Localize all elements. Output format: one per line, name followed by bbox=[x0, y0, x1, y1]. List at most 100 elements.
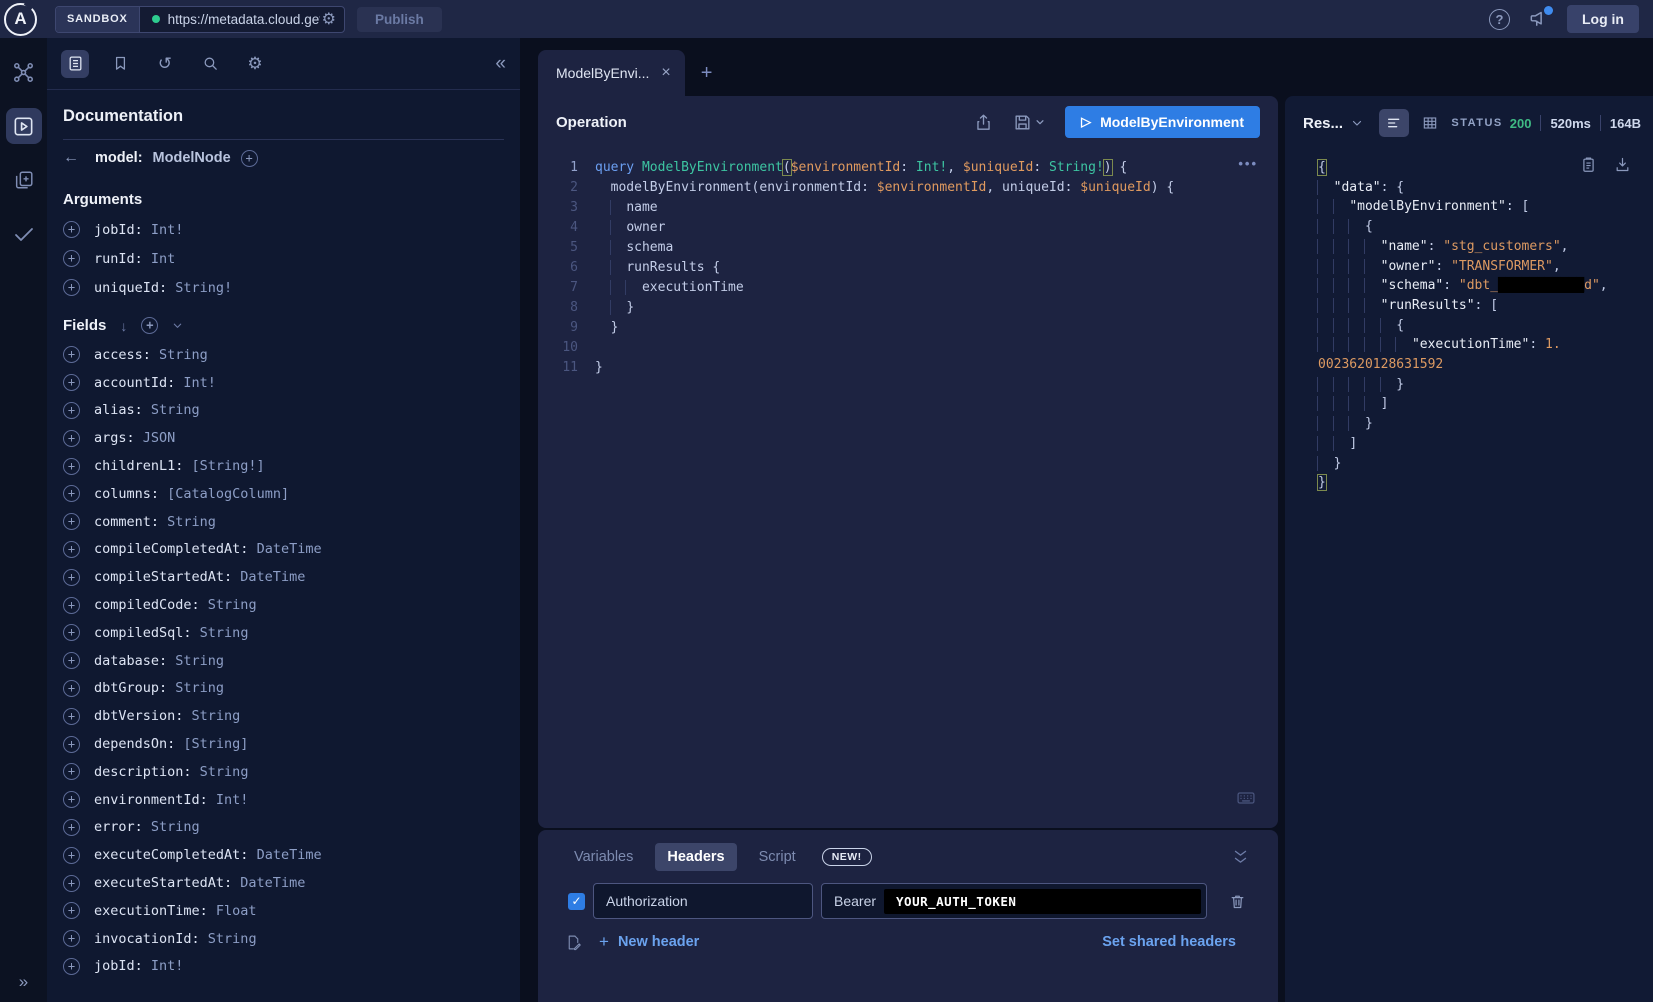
field-type[interactable]: String bbox=[143, 402, 200, 418]
add-field-icon[interactable]: + bbox=[63, 902, 80, 919]
copy-response-icon[interactable] bbox=[1580, 156, 1597, 173]
field-type[interactable]: String bbox=[167, 680, 224, 696]
field-name[interactable]: environmentId: bbox=[94, 792, 208, 808]
field-name[interactable]: alias: bbox=[94, 402, 143, 418]
field-name[interactable]: childrenL1: bbox=[94, 458, 183, 474]
add-field-icon[interactable]: + bbox=[241, 150, 258, 167]
field-name[interactable]: description: bbox=[94, 764, 192, 780]
add-field-icon[interactable]: + bbox=[63, 763, 80, 780]
sort-fields-icon[interactable]: ↓ bbox=[120, 318, 127, 334]
run-operation-button[interactable]: ▷ ModelByEnvironment bbox=[1065, 106, 1260, 138]
operation-collections-icon[interactable] bbox=[6, 162, 42, 198]
add-field-icon[interactable]: + bbox=[63, 736, 80, 753]
bookmark-icon[interactable] bbox=[106, 50, 134, 78]
field-type[interactable]: String bbox=[159, 514, 216, 530]
search-icon[interactable] bbox=[196, 50, 224, 78]
response-chevron-icon[interactable] bbox=[1351, 117, 1363, 129]
breadcrumb-type[interactable]: ModelNode bbox=[153, 150, 231, 166]
new-header-button[interactable]: + New header bbox=[599, 932, 699, 952]
add-field-icon[interactable]: + bbox=[63, 652, 80, 669]
field-type[interactable]: [CatalogColumn] bbox=[159, 486, 289, 502]
login-button[interactable]: Log in bbox=[1567, 5, 1639, 33]
tab-variables[interactable]: Variables bbox=[562, 843, 645, 871]
add-field-icon[interactable]: + bbox=[63, 791, 80, 808]
header-value-input[interactable]: Bearer YOUR_AUTH_TOKEN bbox=[821, 883, 1207, 919]
operation-tab[interactable]: ModelByEnvi... × bbox=[538, 50, 685, 96]
add-field-icon[interactable]: + bbox=[63, 958, 80, 975]
announcements-icon[interactable] bbox=[1528, 9, 1549, 30]
field-type[interactable]: String bbox=[167, 653, 224, 669]
field-type[interactable]: [String] bbox=[175, 736, 248, 752]
collapse-docs-icon[interactable]: « bbox=[495, 53, 506, 75]
keyboard-shortcuts-icon[interactable] bbox=[1236, 788, 1256, 808]
editor-menu-icon[interactable]: ••• bbox=[1238, 156, 1258, 171]
set-shared-headers-link[interactable]: Set shared headers bbox=[1102, 934, 1236, 950]
field-type[interactable]: String! bbox=[167, 280, 232, 296]
field-type[interactable]: String bbox=[183, 708, 240, 724]
field-type[interactable]: DateTime bbox=[232, 875, 305, 891]
field-type[interactable]: [String!] bbox=[183, 458, 264, 474]
add-field-icon[interactable]: + bbox=[63, 221, 80, 238]
add-field-icon[interactable]: + bbox=[63, 485, 80, 502]
field-type[interactable]: String bbox=[192, 625, 249, 641]
field-type[interactable]: String bbox=[151, 347, 208, 363]
field-name[interactable]: columns: bbox=[94, 486, 159, 502]
chevron-down-icon[interactable] bbox=[172, 320, 183, 331]
raw-view-icon[interactable] bbox=[1379, 109, 1409, 137]
add-field-icon[interactable]: + bbox=[63, 346, 80, 363]
add-field-icon[interactable]: + bbox=[63, 569, 80, 586]
add-field-icon[interactable]: + bbox=[63, 250, 80, 267]
endpoint-url[interactable]: https://metadata.cloud.get bbox=[168, 12, 320, 27]
add-field-icon[interactable]: + bbox=[63, 624, 80, 641]
back-arrow-icon[interactable]: ← bbox=[63, 149, 79, 167]
add-field-icon[interactable]: + bbox=[63, 708, 80, 725]
field-type[interactable]: Int! bbox=[175, 375, 216, 391]
publish-button[interactable]: Publish bbox=[357, 7, 442, 32]
add-field-icon[interactable]: + bbox=[63, 374, 80, 391]
field-name[interactable]: runId: bbox=[94, 251, 143, 267]
close-tab-icon[interactable]: × bbox=[661, 64, 670, 82]
delete-header-icon[interactable] bbox=[1229, 893, 1246, 910]
add-all-fields-icon[interactable]: + bbox=[141, 317, 158, 334]
add-field-icon[interactable]: + bbox=[63, 847, 80, 864]
field-type[interactable]: JSON bbox=[135, 430, 176, 446]
share-icon[interactable] bbox=[974, 113, 993, 132]
field-name[interactable]: executeCompletedAt: bbox=[94, 847, 248, 863]
documentation-icon[interactable] bbox=[61, 50, 89, 78]
field-type[interactable]: DateTime bbox=[248, 541, 321, 557]
add-field-icon[interactable]: + bbox=[63, 680, 80, 697]
field-name[interactable]: jobId: bbox=[94, 222, 143, 238]
field-type[interactable]: Float bbox=[208, 903, 257, 919]
add-field-icon[interactable]: + bbox=[63, 541, 80, 558]
tab-script[interactable]: Script bbox=[747, 843, 808, 871]
field-name[interactable]: compiledCode: bbox=[94, 597, 200, 613]
field-name[interactable]: compileStartedAt: bbox=[94, 569, 232, 585]
explorer-icon[interactable] bbox=[6, 108, 42, 144]
add-field-icon[interactable]: + bbox=[63, 597, 80, 614]
field-name[interactable]: executeStartedAt: bbox=[94, 875, 232, 891]
add-field-icon[interactable]: + bbox=[63, 875, 80, 892]
field-name[interactable]: args: bbox=[94, 430, 135, 446]
checklist-icon[interactable] bbox=[6, 216, 42, 252]
field-name[interactable]: compileCompletedAt: bbox=[94, 541, 248, 557]
add-field-icon[interactable]: + bbox=[63, 430, 80, 447]
add-field-icon[interactable]: + bbox=[63, 513, 80, 530]
script-document-icon[interactable] bbox=[565, 934, 582, 951]
collapse-panel-icon[interactable] bbox=[1233, 850, 1248, 866]
add-field-icon[interactable]: + bbox=[63, 930, 80, 947]
tab-headers[interactable]: Headers bbox=[655, 843, 736, 871]
table-view-icon[interactable] bbox=[1415, 109, 1445, 137]
header-key-input[interactable] bbox=[593, 883, 813, 919]
field-type[interactable]: String bbox=[192, 764, 249, 780]
field-type[interactable]: Int! bbox=[143, 222, 184, 238]
field-name[interactable]: dbtVersion: bbox=[94, 708, 183, 724]
query-editor[interactable]: 1query ModelByEnvironment($environmentId… bbox=[538, 148, 1278, 828]
endpoint-box[interactable]: SANDBOX https://metadata.cloud.get ⚙ bbox=[55, 6, 345, 33]
field-type[interactable]: DateTime bbox=[248, 847, 321, 863]
field-name[interactable]: error: bbox=[94, 819, 143, 835]
field-type[interactable]: Int bbox=[143, 251, 176, 267]
field-name[interactable]: uniqueId: bbox=[94, 280, 167, 296]
field-name[interactable]: accountId: bbox=[94, 375, 175, 391]
add-field-icon[interactable]: + bbox=[63, 819, 80, 836]
field-name[interactable]: invocationId: bbox=[94, 931, 200, 947]
